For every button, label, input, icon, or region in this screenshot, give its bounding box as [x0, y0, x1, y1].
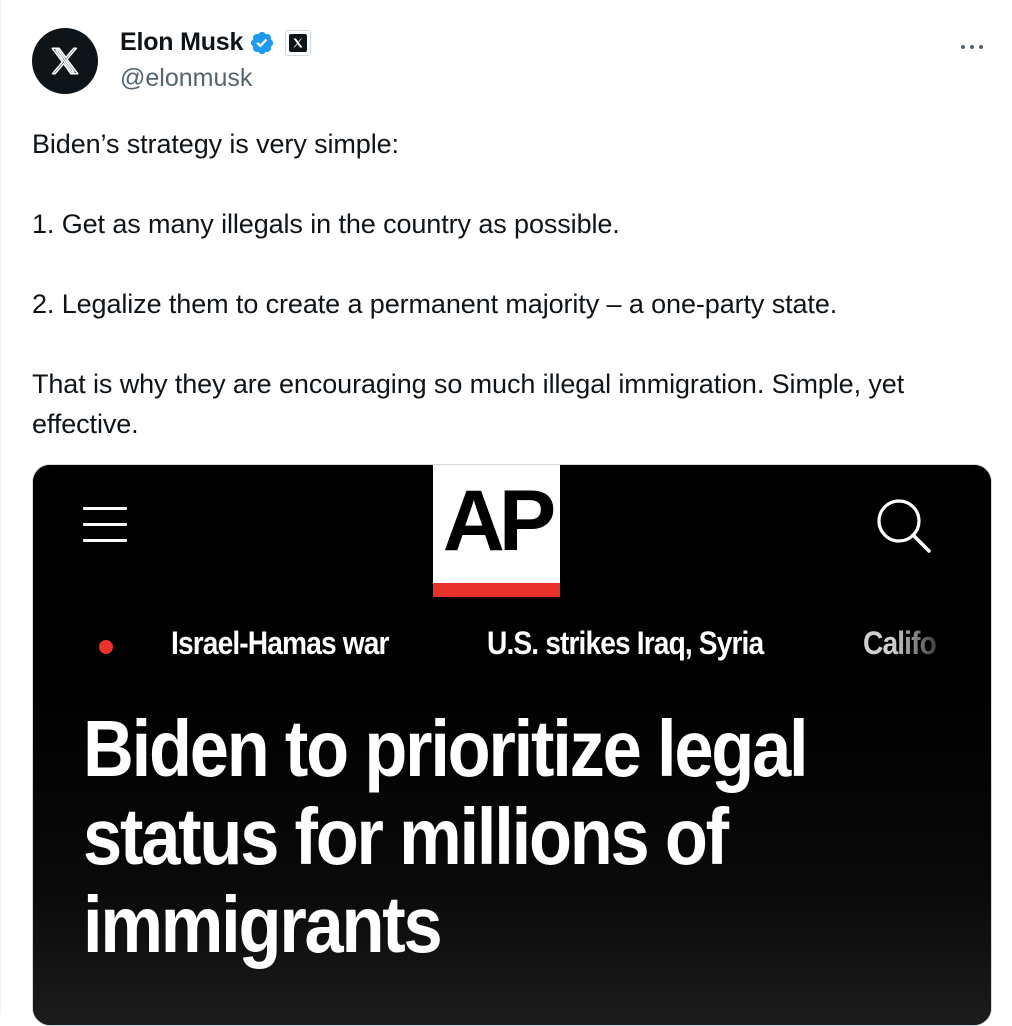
trending-topic: Israel-Hamas war [171, 625, 389, 661]
x-logo-icon [51, 47, 79, 75]
live-dot-icon [99, 640, 113, 654]
trending-fade [893, 615, 991, 675]
tweet-line: 2. Legalize them to create a permanent m… [32, 289, 838, 319]
author-name-line: Elon Musk [120, 28, 312, 57]
tweet-header: Elon Musk @elonmusk [32, 26, 992, 98]
x-affiliation-logo [289, 33, 308, 52]
search-icon [877, 499, 931, 553]
article-headline: Biden to prioritize legal status for mil… [83, 704, 809, 969]
x-affiliation-icon[interactable] [285, 29, 312, 56]
tweet-media-image[interactable]: AP Israel-Hamas war U.S. strikes Iraq, S… [32, 464, 992, 1026]
trending-topics-bar: Israel-Hamas war U.S. strikes Iraq, Syri… [33, 615, 991, 675]
tweet-line: 1. Get as many illegals in the country a… [32, 209, 620, 239]
x-logo-small-icon [293, 38, 303, 47]
tweet-line: Biden’s strategy is very simple: [32, 129, 399, 159]
trending-topic: U.S. strikes Iraq, Syria [487, 625, 764, 661]
ap-header-bar: AP [33, 465, 991, 605]
author-display-name[interactable]: Elon Musk [120, 28, 243, 57]
ap-logo: AP [433, 465, 560, 597]
author-handle[interactable]: @elonmusk [120, 64, 252, 93]
ap-logo-text: AP [442, 473, 556, 569]
hamburger-menu-icon [83, 507, 131, 542]
verified-badge-icon[interactable] [249, 30, 275, 56]
timeline-border [0, 0, 1, 1014]
ap-logo-red-stripe [433, 583, 560, 597]
tweet-line: That is why they are encouraging so much… [32, 369, 905, 439]
more-icon[interactable] [952, 32, 992, 62]
tweet-text: Biden’s strategy is very simple: 1. Get … [32, 124, 972, 444]
avatar[interactable] [32, 28, 98, 94]
